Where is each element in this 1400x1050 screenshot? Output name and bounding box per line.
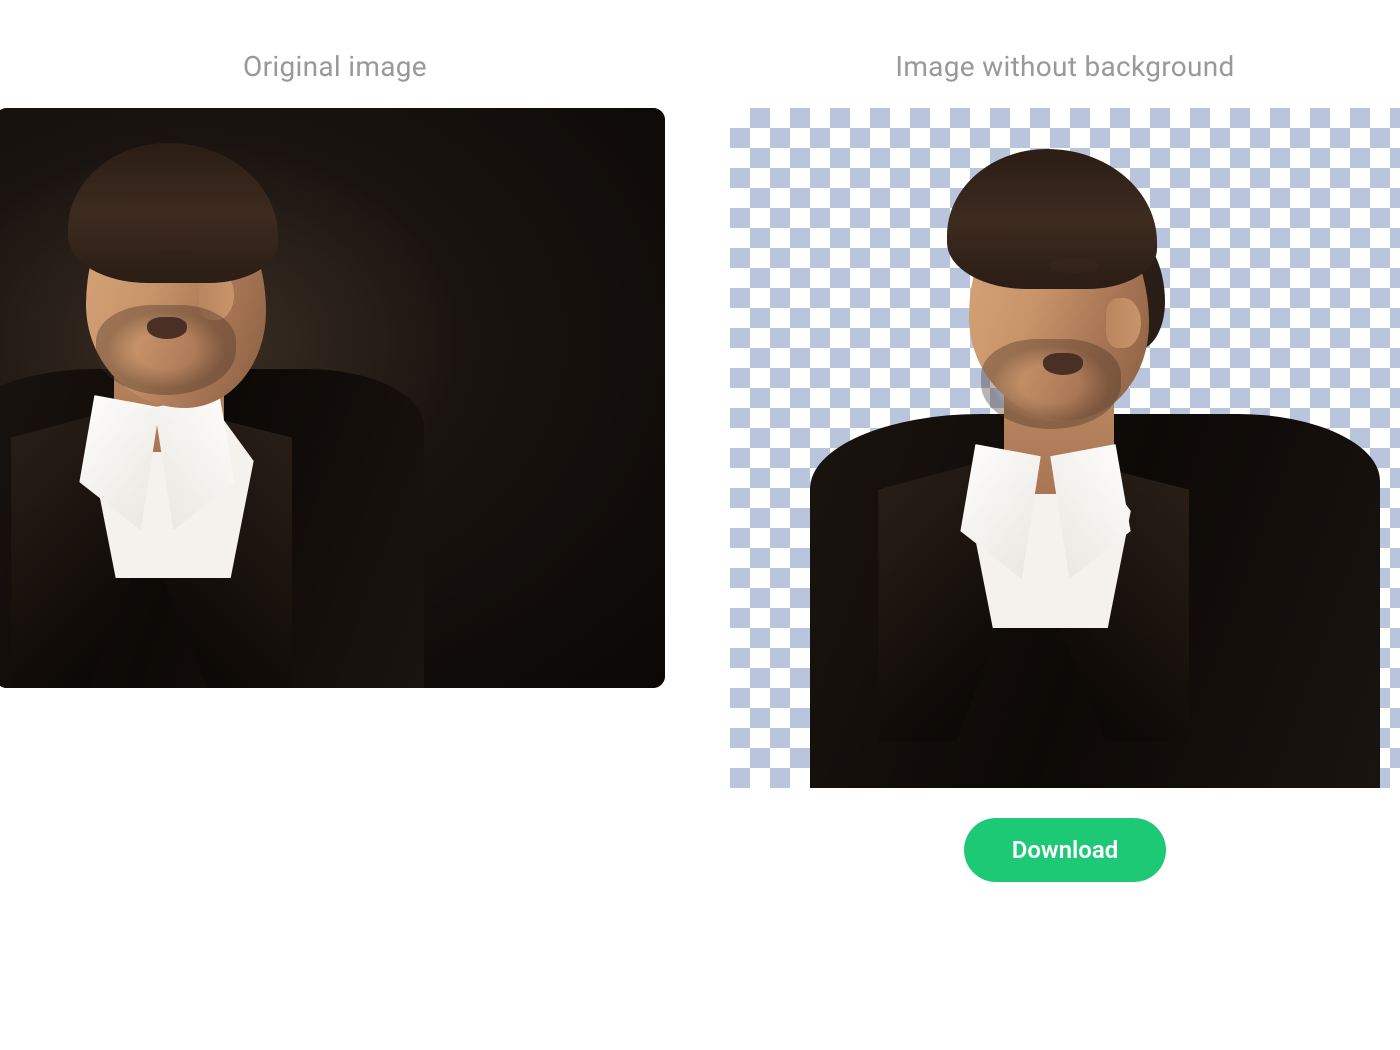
comparison-container: Original image Image without b	[0, 0, 1400, 882]
original-title: Original image	[243, 50, 427, 83]
result-image-preview	[730, 108, 1400, 788]
result-title: Image without background	[895, 50, 1234, 83]
person-figure	[0, 108, 424, 688]
original-image-preview	[0, 108, 665, 688]
result-panel: Image without background Download	[730, 50, 1400, 882]
original-panel: Original image	[0, 50, 670, 882]
download-button[interactable]: Download	[964, 818, 1167, 882]
person-figure-cutout	[810, 108, 1380, 788]
